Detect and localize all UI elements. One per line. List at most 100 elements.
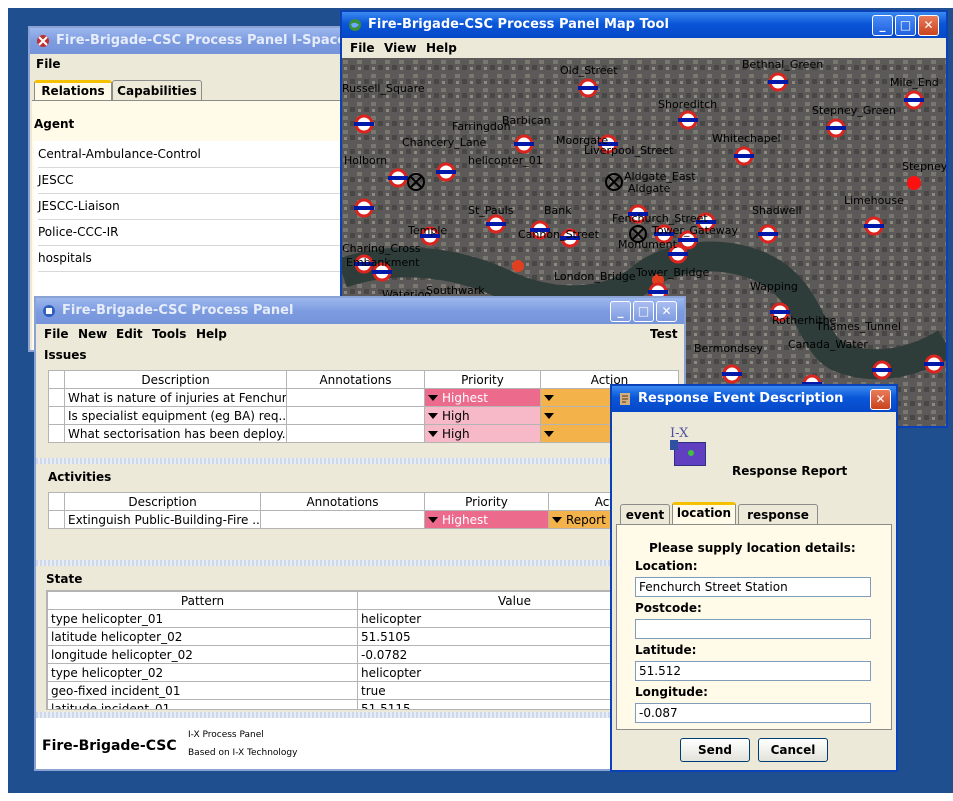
table-row[interactable]: Is specialist equipment (eg BA) req... H…	[48, 406, 679, 425]
table-row[interactable]: What is nature of injuries at Fenchur...…	[48, 388, 679, 407]
panel-menu-file[interactable]: File	[44, 327, 69, 341]
close-button[interactable]: ✕	[656, 301, 677, 322]
tube-station-icon[interactable]	[904, 90, 924, 110]
tube-station-icon[interactable]	[436, 162, 456, 182]
tube-station-icon[interactable]	[722, 364, 742, 384]
tab-relations[interactable]: Relations	[34, 80, 112, 100]
list-item[interactable]: hospitals	[38, 245, 340, 272]
table-row[interactable]: geo-fixed incident_01 true	[47, 681, 679, 700]
activity-description[interactable]: Extinguish Public-Building-Fire ...	[64, 510, 261, 529]
activity-annotations[interactable]	[260, 510, 425, 529]
table-row[interactable]: latitude incident_01 51.5115	[47, 699, 679, 709]
close-button[interactable]: ✕	[870, 389, 891, 410]
postcode-field[interactable]	[635, 619, 871, 639]
tube-station-icon[interactable]	[514, 134, 534, 154]
location-field[interactable]: Fenchurch Street Station	[635, 577, 871, 597]
priority-dropdown[interactable]: High	[424, 424, 541, 443]
state-pattern[interactable]: type helicopter_02	[47, 663, 358, 682]
priority-dropdown[interactable]: Highest	[424, 388, 541, 407]
issue-annotations[interactable]	[286, 424, 425, 443]
ispace-menu-file[interactable]: File	[36, 57, 61, 71]
column-header[interactable]: Description	[64, 492, 261, 511]
splitter-handle[interactable]	[36, 458, 684, 464]
table-row[interactable]: latitude helicopter_02 51.5105	[47, 627, 679, 646]
dialog-titlebar[interactable]: Response Event Description ✕	[612, 386, 896, 412]
map-label: Tower_Gateway	[652, 224, 738, 237]
tube-station-icon[interactable]	[354, 114, 374, 134]
panel-menu-new[interactable]: New	[78, 327, 107, 341]
ispace-titlebar[interactable]: Fire-Brigade-CSC Process Panel I-Space	[30, 28, 348, 54]
tab-response[interactable]: response	[738, 504, 818, 524]
list-item[interactable]: JESCC-Liaison	[38, 193, 340, 220]
issue-annotations[interactable]	[286, 406, 425, 425]
tube-station-icon[interactable]	[872, 360, 892, 380]
cancel-button[interactable]: Cancel	[758, 738, 828, 762]
state-table-scroll[interactable]: Pattern Value type helicopter_01 helicopt…	[46, 590, 680, 710]
column-header[interactable]: Priority	[424, 370, 541, 389]
list-item[interactable]: JESCC	[38, 167, 340, 194]
tube-station-icon[interactable]	[924, 354, 944, 374]
issue-annotations[interactable]	[286, 388, 425, 407]
tube-station-icon[interactable]	[758, 224, 778, 244]
row-handle[interactable]	[48, 406, 65, 425]
table-row[interactable]: type helicopter_01 helicopter	[47, 609, 679, 628]
table-row[interactable]: What sectorisation has been deploy... Hi…	[48, 424, 679, 443]
latitude-field[interactable]: 51.512	[635, 661, 871, 681]
maximize-button[interactable]: □	[633, 301, 654, 322]
tube-station-icon[interactable]	[678, 110, 698, 130]
longitude-field[interactable]: -0.087	[635, 703, 871, 723]
panel-agent-name: Fire-Brigade-CSC	[42, 738, 177, 754]
map-menu-help[interactable]: Help	[426, 41, 457, 55]
tube-station-icon[interactable]	[486, 214, 506, 234]
priority-dropdown[interactable]: High	[424, 406, 541, 425]
panel-titlebar[interactable]: Fire-Brigade-CSC Process Panel _ □ ✕	[36, 298, 684, 324]
tube-station-icon[interactable]	[864, 216, 884, 236]
column-header[interactable]: Annotations	[286, 370, 425, 389]
chevron-down-icon	[544, 395, 554, 401]
column-header[interactable]: Description	[64, 370, 287, 389]
issue-description[interactable]: Is specialist equipment (eg BA) req...	[64, 406, 287, 425]
state-pattern[interactable]: geo-fixed incident_01	[47, 681, 358, 700]
map-menu-file[interactable]: File	[350, 41, 375, 55]
tube-station-icon[interactable]	[768, 72, 788, 92]
panel-menu-edit[interactable]: Edit	[116, 327, 143, 341]
column-header[interactable]: Annotations	[260, 492, 425, 511]
row-handle[interactable]	[48, 388, 65, 407]
list-item[interactable]: Central-Ambulance-Control	[38, 141, 340, 168]
table-row[interactable]: Extinguish Public-Building-Fire ... High…	[48, 510, 679, 529]
map-menu-view[interactable]: View	[384, 41, 416, 55]
row-handle[interactable]	[48, 424, 65, 443]
column-header[interactable]: Pattern	[47, 591, 358, 610]
tab-location[interactable]: location	[672, 502, 736, 524]
tab-event[interactable]: event	[620, 504, 670, 524]
panel-menu-tools[interactable]: Tools	[152, 327, 186, 341]
state-pattern[interactable]: latitude incident_01	[47, 699, 358, 709]
send-button[interactable]: Send	[680, 738, 750, 762]
panel-menu-help[interactable]: Help	[196, 327, 227, 341]
issue-description[interactable]: What sectorisation has been deploy...	[64, 424, 287, 443]
map-titlebar[interactable]: Fire-Brigade-CSC Process Panel Map Tool …	[342, 12, 946, 38]
panel-menu-test[interactable]: Test	[650, 327, 678, 341]
tube-station-icon[interactable]	[354, 198, 374, 218]
priority-dropdown[interactable]: Highest	[424, 510, 549, 529]
minimize-button[interactable]: _	[610, 301, 631, 322]
tube-station-icon[interactable]	[388, 168, 408, 188]
minimize-button[interactable]: _	[872, 15, 893, 36]
state-pattern[interactable]: longitude helicopter_02	[47, 645, 358, 664]
tube-station-icon[interactable]	[734, 146, 754, 166]
table-row[interactable]: longitude helicopter_02 -0.0782	[47, 645, 679, 664]
splitter-handle[interactable]	[36, 560, 684, 566]
close-button[interactable]: ✕	[918, 15, 939, 36]
tube-station-icon[interactable]	[826, 118, 846, 138]
state-pattern[interactable]: latitude helicopter_02	[47, 627, 358, 646]
row-handle[interactable]	[48, 510, 65, 529]
table-row[interactable]: type helicopter_02 helicopter	[47, 663, 679, 682]
maximize-button[interactable]: □	[895, 15, 916, 36]
issue-description[interactable]: What is nature of injuries at Fenchur...	[64, 388, 287, 407]
tube-station-icon[interactable]	[578, 78, 598, 98]
tab-capabilities[interactable]: Capabilities	[112, 80, 202, 100]
column-header[interactable]: Priority	[424, 492, 549, 511]
state-pattern[interactable]: type helicopter_01	[47, 609, 358, 628]
map-label: Old_Street	[560, 64, 618, 77]
list-item[interactable]: Police-CCC-IR	[38, 219, 340, 246]
